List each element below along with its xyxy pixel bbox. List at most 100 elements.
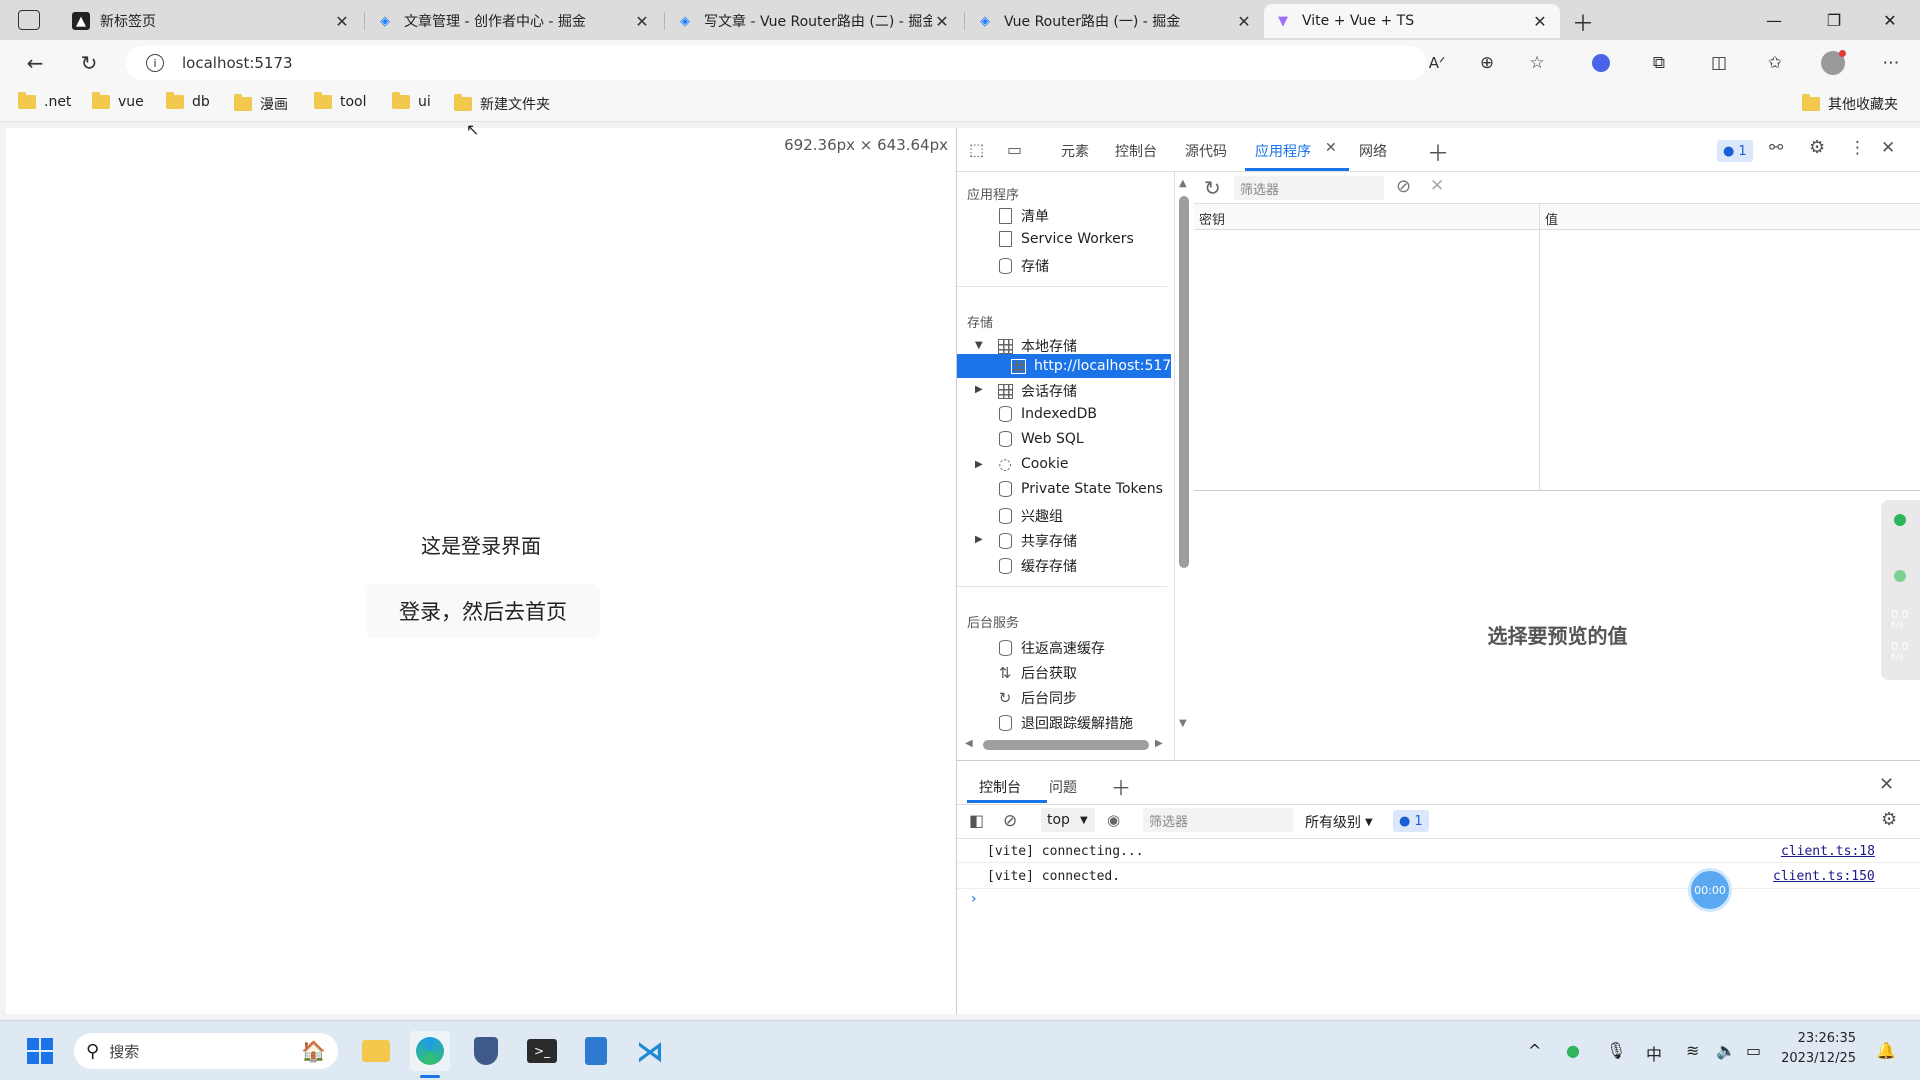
tab-article-management[interactable]: ◈ 文章管理 - 创作者中心 - 掘金 ✕ xyxy=(366,4,662,38)
bookmark-folder[interactable]: 漫画 xyxy=(234,94,288,114)
battery-icon[interactable]: ▭ xyxy=(1746,1041,1761,1060)
sidebar-item-private-state-tokens[interactable]: Private State Tokens xyxy=(997,481,1163,497)
column-header-key[interactable]: 密钥 xyxy=(1199,209,1225,228)
clear-console-icon[interactable]: ⊘ xyxy=(1003,811,1017,831)
extensions-puzzle-icon[interactable]: ⧉ xyxy=(1646,50,1672,76)
read-aloud-icon[interactable]: Aᐟ xyxy=(1424,50,1450,76)
refresh-icon[interactable]: ↻ xyxy=(1204,176,1221,200)
volume-icon[interactable]: 🔈 xyxy=(1716,1041,1736,1060)
profile-avatar[interactable] xyxy=(1820,50,1846,76)
bookmark-folder[interactable]: 新建文件夹 xyxy=(454,94,550,114)
expand-right-icon[interactable]: ▶ xyxy=(975,459,983,470)
issues-badge[interactable]: ● 1 xyxy=(1717,140,1753,162)
refresh-icon[interactable]: ↻ xyxy=(74,48,104,78)
file-explorer-icon[interactable] xyxy=(356,1031,396,1071)
close-devtools-icon[interactable]: ✕ xyxy=(1881,138,1895,158)
sidebar-item-background-sync[interactable]: ↻ 后台同步 xyxy=(997,688,1077,708)
inspect-icon[interactable]: ⬚ xyxy=(969,140,984,159)
minimize-icon[interactable]: — xyxy=(1744,0,1804,40)
bookmark-folder[interactable]: .net xyxy=(18,92,71,110)
sidebar-item-bfcache[interactable]: 往返高速缓存 xyxy=(997,638,1105,658)
console-settings-gear-icon[interactable]: ⚙ xyxy=(1881,809,1897,830)
sidebar-item-indexeddb[interactable]: IndexedDB xyxy=(997,406,1097,422)
extension-icon[interactable] xyxy=(1588,50,1614,76)
sidebar-item-storage[interactable]: 存储 xyxy=(997,256,1049,276)
zoom-icon[interactable]: ⊕ xyxy=(1474,50,1500,76)
tab-write-article[interactable]: ◈ 写文章 - Vue Router路由 (二) - 掘金 ✕ xyxy=(666,4,962,38)
tab-elements[interactable]: 元素 xyxy=(1061,141,1089,161)
windows-start-icon[interactable] xyxy=(20,1031,60,1071)
edge-browser-icon[interactable] xyxy=(410,1031,450,1071)
scroll-right-icon[interactable]: ▶ xyxy=(1155,738,1163,749)
back-icon[interactable]: ← xyxy=(20,48,50,78)
taskbar-search[interactable]: ⚲ 搜索 🏠 xyxy=(74,1033,338,1069)
bookmark-folder[interactable]: tool xyxy=(314,92,367,110)
site-info-icon[interactable]: i xyxy=(146,54,164,72)
more-options-icon[interactable]: ⋮ xyxy=(1849,138,1866,158)
console-filter-input[interactable]: 筛选器 xyxy=(1143,808,1293,832)
scroll-left-icon[interactable]: ◀ xyxy=(965,738,973,749)
sidebar-item-manifest[interactable]: 清单 xyxy=(997,206,1049,226)
sidebar-item-local-storage[interactable]: 本地存储 xyxy=(997,336,1077,356)
network-speed-widget[interactable]: 0.0 K/s 0.0 K/s xyxy=(1881,500,1920,680)
vscode-icon[interactable]: ⋊ xyxy=(630,1031,670,1071)
horizontal-scrollbar-thumb[interactable] xyxy=(983,740,1149,750)
context-selector[interactable]: top ▼ xyxy=(1041,808,1095,832)
clock-date[interactable]: 2023/12/25 xyxy=(1780,1051,1856,1066)
sidebar-item-interest-groups[interactable]: 兴趣组 xyxy=(997,506,1063,526)
log-levels-dropdown[interactable]: 所有级别 ▼ xyxy=(1305,812,1373,832)
more-tabs-icon[interactable]: ＋ xyxy=(1427,136,1449,168)
tab-actions-icon[interactable] xyxy=(18,10,40,30)
bookmark-folder[interactable]: db xyxy=(166,92,210,110)
sidebar-item-shared-storage[interactable]: 共享存储 xyxy=(997,531,1077,551)
login-button[interactable]: 登录，然后去首页 xyxy=(366,584,600,638)
sidebar-item-service-workers[interactable]: Service Workers xyxy=(997,231,1134,247)
tab-new-tab[interactable]: ▲ 新标签页 ✕ xyxy=(62,4,362,38)
new-tab-icon[interactable]: ＋ xyxy=(1572,6,1594,38)
wechat-icon[interactable]: ● xyxy=(1566,1041,1580,1060)
close-tab-icon[interactable]: ✕ xyxy=(632,12,652,31)
close-window-icon[interactable]: ✕ xyxy=(1860,0,1920,40)
log-source-link[interactable]: client.ts:150 xyxy=(1773,869,1875,884)
scroll-up-icon[interactable]: ▲ xyxy=(1179,178,1187,189)
console-input[interactable] xyxy=(987,888,1907,998)
restore-icon[interactable]: ❐ xyxy=(1804,0,1864,40)
settings-gear-icon[interactable]: ⚙ xyxy=(1809,137,1825,158)
console-prompt-icon[interactable]: › xyxy=(971,891,977,907)
show-hidden-icons[interactable]: ^ xyxy=(1528,1041,1541,1060)
column-header-value[interactable]: 值 xyxy=(1545,209,1558,228)
close-drawer-icon[interactable]: ✕ xyxy=(1879,774,1894,795)
sidebar-item-cache-storage[interactable]: 缓存存储 xyxy=(997,556,1077,576)
clear-all-icon[interactable]: ⊘ xyxy=(1396,176,1411,197)
vertical-scrollbar-thumb[interactable] xyxy=(1179,196,1189,568)
terminal-icon[interactable]: >_ xyxy=(522,1031,562,1071)
sidebar-item-background-fetch[interactable]: ⇅ 后台获取 xyxy=(997,663,1077,683)
recording-timer[interactable]: 00:00 xyxy=(1688,868,1732,912)
security-shield-icon[interactable] xyxy=(466,1031,506,1071)
connect-icon[interactable]: ⚯ xyxy=(1769,138,1783,158)
expand-right-icon[interactable]: ▶ xyxy=(975,534,983,545)
sidebar-toggle-icon[interactable]: ◧ xyxy=(969,811,984,830)
ime-indicator[interactable]: 中 xyxy=(1646,1041,1662,1065)
close-tab-icon[interactable]: ✕ xyxy=(1234,12,1254,31)
split-screen-icon[interactable]: ◫ xyxy=(1706,50,1732,76)
filter-input[interactable]: 筛选器 xyxy=(1234,176,1384,200)
tab-console[interactable]: 控制台 xyxy=(1115,141,1157,161)
sidebar-item-web-sql[interactable]: Web SQL xyxy=(997,431,1084,447)
scroll-down-icon[interactable]: ▼ xyxy=(1179,718,1187,729)
expand-down-icon[interactable]: ▼ xyxy=(975,340,983,351)
other-favorites[interactable]: 其他收藏夹 xyxy=(1802,94,1898,114)
bookmark-folder[interactable]: vue xyxy=(92,92,144,110)
drawer-tab-issues[interactable]: 问题 xyxy=(1049,777,1077,797)
sidebar-item-cookie[interactable]: ◌ Cookie xyxy=(997,455,1068,473)
address-input[interactable]: i localhost:5173 xyxy=(126,46,1426,80)
close-tab-icon[interactable]: ✕ xyxy=(1325,140,1337,156)
pane-divider[interactable] xyxy=(1194,490,1920,491)
clock-time[interactable]: 23:26:35 xyxy=(1786,1031,1856,1046)
microphone-icon[interactable]: 🎙 xyxy=(1606,1041,1626,1060)
tab-sources[interactable]: 源代码 xyxy=(1185,141,1227,161)
live-expression-eye-icon[interactable]: ◉ xyxy=(1107,811,1120,829)
close-tab-icon[interactable]: ✕ xyxy=(1530,12,1550,31)
sidebar-item-localhost[interactable]: http://localhost:5173 xyxy=(1011,358,1171,374)
add-drawer-tab-icon[interactable]: ＋ xyxy=(1111,772,1131,801)
